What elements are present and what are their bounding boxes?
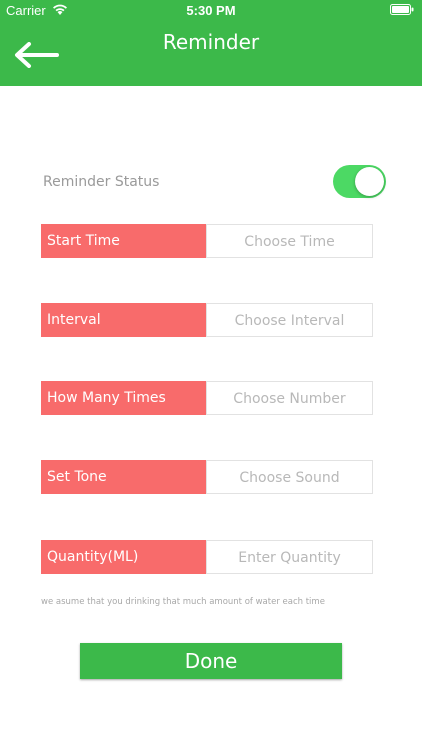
number-picker[interactable]: Choose Number: [206, 381, 373, 415]
interval-picker[interactable]: Choose Interval: [206, 303, 373, 337]
quantity-row: Quantity(ML) Enter Quantity: [41, 540, 373, 574]
sound-picker[interactable]: Choose Sound: [206, 460, 373, 494]
set-tone-label: Set Tone: [41, 460, 206, 494]
quantity-input[interactable]: Enter Quantity: [206, 540, 373, 574]
how-many-times-label: How Many Times: [41, 381, 206, 415]
set-tone-row: Set Tone Choose Sound: [41, 460, 373, 494]
status-time: 5:30 PM: [186, 3, 236, 18]
quantity-label: Quantity(ML): [41, 540, 206, 574]
interval-label: Interval: [41, 303, 206, 337]
reminder-status-row: Reminder Status: [43, 165, 386, 199]
start-time-label: Start Time: [41, 224, 206, 258]
reminder-status-toggle[interactable]: [333, 165, 386, 198]
quantity-note: we asume that you drinking that much amo…: [41, 597, 325, 607]
reminder-status-label: Reminder Status: [43, 174, 160, 190]
status-bar: Carrier 5:30 PM: [0, 0, 422, 22]
done-button[interactable]: Done: [80, 643, 342, 679]
how-many-times-row: How Many Times Choose Number: [41, 381, 373, 415]
start-time-row: Start Time Choose Time: [41, 224, 373, 258]
toggle-knob: [355, 167, 384, 196]
page-title: Reminder: [162, 30, 260, 54]
start-time-picker[interactable]: Choose Time: [206, 224, 373, 258]
battery-icon: [390, 4, 414, 15]
app-header: Carrier 5:30 PM Reminder: [0, 0, 422, 86]
interval-row: Interval Choose Interval: [41, 303, 373, 337]
